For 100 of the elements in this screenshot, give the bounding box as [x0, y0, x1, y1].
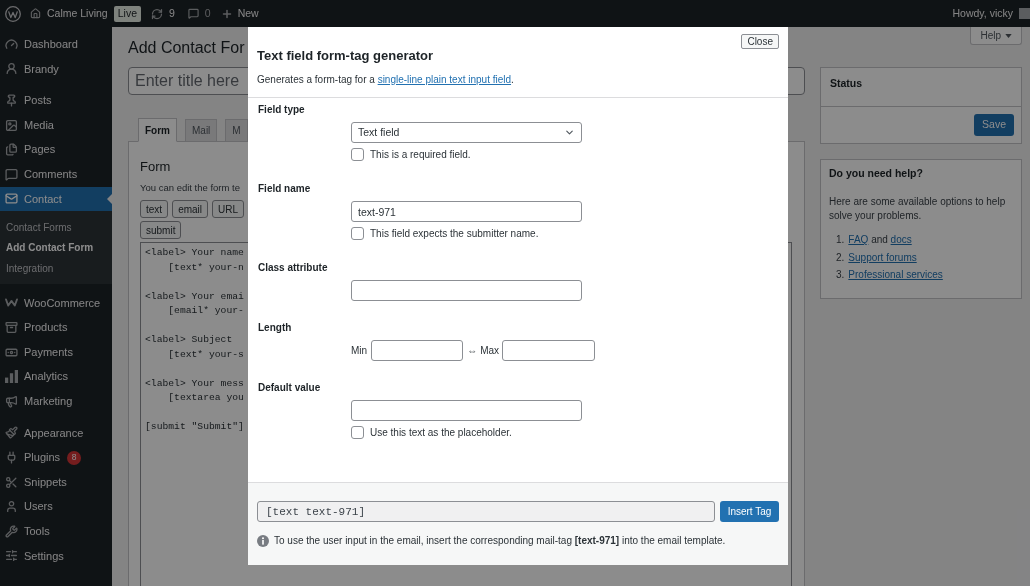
new-content-link[interactable]: New: [220, 5, 259, 22]
avatar-icon: [1019, 8, 1030, 19]
bar-chart-icon: [5, 370, 18, 384]
paintbrush-icon: [5, 426, 18, 440]
comments-link[interactable]: 0: [187, 5, 211, 22]
plus-icon: [220, 7, 233, 20]
sidebar-item[interactable]: Products: [0, 315, 112, 340]
wrench-icon: [5, 524, 18, 538]
field-label: Length: [258, 321, 292, 335]
info-icon: [257, 534, 269, 547]
form-heading: Form: [140, 159, 171, 175]
speech-bubble-icon: [5, 167, 18, 181]
refresh-icon: [150, 7, 163, 20]
text-input[interactable]: text-971: [351, 201, 582, 222]
pages-icon: [5, 143, 18, 157]
live-badge: Live: [113, 5, 141, 22]
help-text: Here are some available options to help solve your problems.: [829, 195, 1007, 223]
sidebar-item[interactable]: Analytics: [0, 364, 112, 390]
sidebar-item[interactable]: Contact: [0, 186, 112, 212]
editor-tab[interactable]: Form: [138, 118, 177, 142]
sidebar-item[interactable]: Dashboard: [0, 32, 112, 57]
dialog-description: Generates a form-tag for a single-line plain text input field.: [257, 73, 514, 87]
sidebar-item[interactable]: Media: [0, 112, 112, 138]
checkbox[interactable]: [351, 226, 364, 240]
plug-icon: [5, 451, 18, 464]
sidebar-item[interactable]: Posts: [0, 88, 112, 113]
dialog-title: Text field form-tag generator: [257, 48, 433, 64]
insert-tag-button[interactable]: Insert Tag: [720, 501, 779, 522]
help-list-item: 2. Support forums: [836, 250, 917, 265]
range-separator: ⇔: [467, 344, 478, 358]
tag-button[interactable]: text: [140, 200, 169, 218]
field-label: Field type: [258, 103, 305, 117]
sidebar-item[interactable]: Marketing: [0, 389, 112, 414]
editor-tab[interactable]: M: [225, 119, 248, 141]
min-length-input[interactable]: [371, 340, 464, 361]
min-label: Min: [351, 344, 368, 358]
field-label: Field name: [258, 182, 311, 196]
home-icon: [30, 8, 41, 19]
sidebar-item[interactable]: Snippets: [0, 469, 112, 495]
help-list-item: 3. Professional services: [836, 268, 943, 282]
tag-button[interactable]: submit: [140, 221, 182, 239]
scissors-icon: [5, 475, 18, 489]
text-input[interactable]: [351, 400, 582, 421]
status-heading: Status: [830, 76, 863, 90]
updates-link[interactable]: 9: [150, 5, 175, 22]
tag-button[interactable]: email: [172, 200, 209, 218]
sidebar-item[interactable]: Payments: [0, 339, 112, 365]
help-link[interactable]: Support forums: [848, 251, 917, 263]
help-heading: Do you need help?: [829, 166, 923, 180]
form-description: You can edit the form te: [140, 181, 240, 194]
chevron-down-icon: [564, 127, 575, 138]
site-name-link[interactable]: Calme Living: [30, 5, 108, 22]
field-label: Default value: [258, 381, 321, 395]
sidebar-item[interactable]: Appearance: [0, 420, 112, 446]
submenu-item[interactable]: Add Contact Form: [0, 237, 112, 259]
editor-tab[interactable]: Mail: [185, 119, 218, 141]
checkbox[interactable]: [351, 425, 364, 439]
max-label: Max: [480, 344, 500, 358]
checkbox-label[interactable]: Use this text as the placeholder.: [370, 424, 512, 440]
help-list-item: 1. FAQ and docs: [836, 233, 912, 247]
sidebar-item[interactable]: Comments: [0, 161, 112, 187]
caret-down-icon: [1005, 33, 1012, 38]
account-link[interactable]: Howdy, vicky: [952, 5, 1030, 22]
image-icon: [5, 118, 18, 132]
pin-icon: [5, 94, 18, 107]
field-label: Class attribute: [258, 261, 328, 275]
sliders-icon: [5, 549, 18, 563]
save-button[interactable]: Save: [974, 114, 1014, 136]
sidebar-item[interactable]: Tools: [0, 519, 112, 544]
max-length-input[interactable]: [502, 340, 596, 361]
tag-output-field[interactable]: [text text-971]: [257, 501, 715, 522]
submenu-item[interactable]: Integration: [0, 258, 112, 279]
checkbox-label[interactable]: This field expects the submitter name.: [370, 225, 539, 241]
submenu-item[interactable]: Contact Forms: [0, 217, 112, 238]
checkbox-label[interactable]: This is a required field.: [370, 146, 471, 162]
help-link[interactable]: FAQ: [848, 234, 869, 245]
megaphone-icon: [5, 394, 18, 408]
gauge-icon: [5, 37, 18, 51]
text-input[interactable]: [351, 280, 582, 301]
help-link[interactable]: docs: [890, 234, 912, 245]
user-icon: [5, 500, 18, 514]
speech-bubble-icon: [187, 8, 199, 19]
archive-icon: [5, 321, 18, 335]
sidebar-item[interactable]: Plugins 8: [0, 445, 112, 470]
sidebar-item[interactable]: Users: [0, 494, 112, 519]
sidebar-item[interactable]: Brandy: [0, 56, 112, 82]
person-icon: [5, 62, 18, 76]
circle-logo-icon[interactable]: [5, 5, 21, 22]
help-link[interactable]: Professional services: [848, 269, 943, 280]
sidebar-item[interactable]: WooCommerce: [0, 290, 112, 316]
envelope-icon: [5, 192, 18, 206]
field-type-select[interactable]: Text field: [351, 122, 582, 143]
close-button[interactable]: Close: [741, 34, 779, 49]
help-button[interactable]: Help: [970, 27, 1022, 45]
sidebar-item[interactable]: Settings: [0, 543, 112, 569]
mail-tag-note: To use the user input in the email, insert the corresponding mail-tag [text-971] into the email template.: [274, 534, 726, 548]
tag-button[interactable]: URL: [212, 200, 245, 218]
sidebar-item[interactable]: Pages: [0, 137, 112, 162]
checkbox[interactable]: [351, 147, 364, 161]
page-title: Add Contact For: [128, 38, 245, 57]
